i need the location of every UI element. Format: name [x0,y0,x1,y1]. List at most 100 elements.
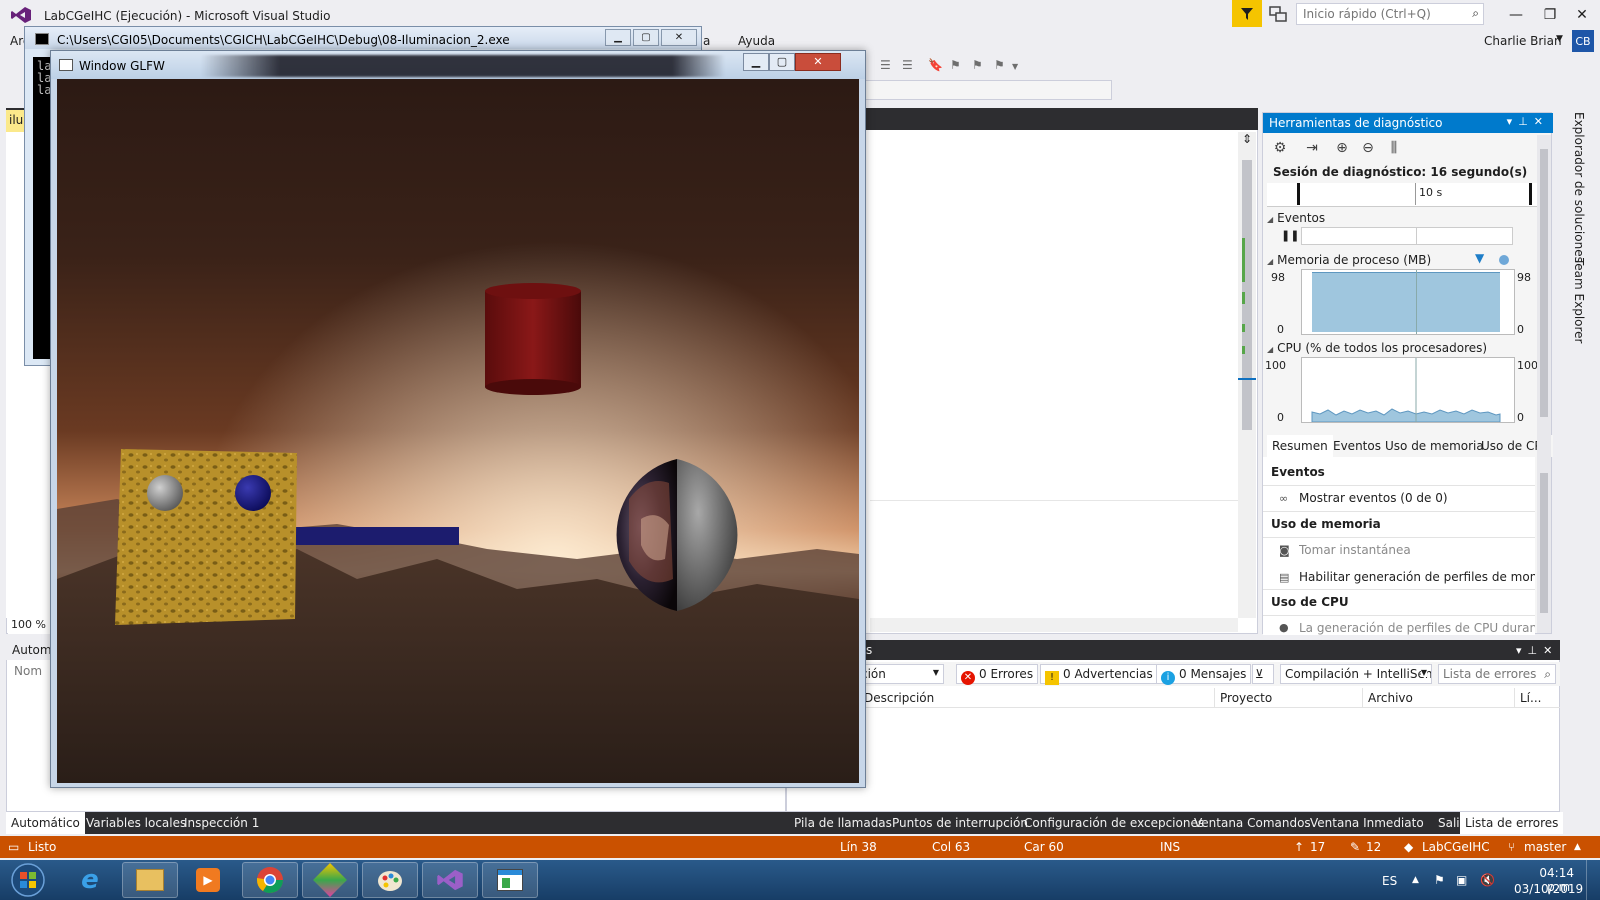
tab-ventana-inmediato[interactable]: Ventana Inmediato [1310,816,1424,830]
navigation-combo[interactable] [860,80,1112,100]
zoom-in-icon[interactable]: ⊕ [1333,140,1351,158]
bookmark-next-icon[interactable]: ⚑ [972,58,986,72]
paint-icon[interactable] [362,862,418,898]
events-section-title[interactable]: ◢ Eventos [1267,211,1325,225]
errors-filter-button[interactable]: ✕ 0 Errores [956,664,1039,685]
start-button-icon[interactable] [6,862,50,898]
clock-date[interactable]: 03/10/2019 [1514,882,1583,896]
quick-launch-input[interactable] [1297,4,1457,24]
volume-muted-icon[interactable]: 🔇 [1480,873,1495,887]
tab-puntos-de-interrupcion[interactable]: Puntos de interrupción [892,816,1028,830]
collapse-icon[interactable]: ◢ [1267,215,1273,224]
show-hidden-icons-icon[interactable]: ▲ [1412,875,1419,885]
file-explorer-icon[interactable] [122,862,178,898]
close-button[interactable]: ✕ [661,29,697,46]
user-name[interactable]: Charlie Brian [1484,34,1562,48]
memory-graph[interactable] [1301,269,1515,335]
internet-explorer-icon[interactable]: e [62,862,118,898]
feedback-icon[interactable] [1268,5,1288,23]
maximize-button[interactable]: ▢ [633,29,659,46]
editor-horizontal-scrollbar[interactable] [870,618,1238,632]
reset-view-icon[interactable]: ⫼ [1385,140,1403,158]
warnings-filter-button[interactable]: ! 0 Advertencias [1040,664,1158,685]
column-header-proyecto[interactable]: Proyecto [1220,691,1272,705]
network-icon[interactable]: ▣ [1456,873,1467,887]
column-header-linea[interactable]: Lí... [1520,691,1541,705]
heap-profiling-link[interactable]: Habilitar generación de perfiles de mont… [1299,570,1535,584]
gear-icon[interactable]: ⚙ [1271,140,1289,158]
minimize-button[interactable]: ▁ [605,29,631,46]
tab-pila-de-llamadas[interactable]: Pila de llamadas [794,816,892,830]
action-center-flag-icon[interactable]: ⚑ [1434,873,1445,887]
chevron-up-icon[interactable]: ▲ [1574,842,1581,852]
session-timeline[interactable]: 10 s [1267,183,1539,207]
opengl-render-canvas[interactable] [57,79,859,783]
zoom-out-icon[interactable]: ⊖ [1359,140,1377,158]
collapse-icon[interactable]: ◢ [1267,257,1273,266]
media-player-icon[interactable]: ▶ [180,862,236,898]
quick-launch[interactable]: ⌕ [1296,3,1484,25]
tab-ventana-comandos[interactable]: Ventana Comandos [1194,816,1311,830]
visual-studio-icon[interactable] [422,862,478,898]
pause-icon[interactable]: ❚❚ [1281,229,1299,242]
memory-section-title[interactable]: ◢ Memoria de proceso (MB) [1267,253,1431,267]
show-events-link[interactable]: Mostrar eventos (0 de 0) [1299,491,1535,505]
timeline-end-handle[interactable] [1529,183,1532,205]
panel-window-controls[interactable]: ▾⊥✕ [1516,644,1558,657]
bookmark-prev-icon[interactable]: ⚑ [950,58,964,72]
tab-inspeccion-1[interactable]: Inspección 1 [184,816,259,830]
pending-changes-count[interactable]: 12 [1366,840,1381,854]
repository-icon[interactable]: ◆ [1404,840,1413,854]
publish-arrow-icon[interactable]: ↑ [1294,840,1304,854]
console-title-bar[interactable]: C:\Users\CGI05\Documents\CGICH\LabCGeIHC… [25,27,701,49]
tab-uso-de-memoria[interactable]: Uso de memoria [1385,439,1484,453]
avatar[interactable]: CB [1572,30,1594,52]
column-header-archivo[interactable]: Archivo [1368,691,1413,705]
panel-window-controls[interactable]: ▾⊥✕ [1507,115,1549,128]
jetbrains-icon[interactable] [302,862,358,898]
tab-eventos[interactable]: Eventos [1333,439,1381,453]
toolbar-overflow-icon[interactable]: ▼ [1012,62,1026,76]
keyboard-language[interactable]: ES [1382,874,1397,888]
glfw-window[interactable]: Window GLFW ▁ ▢ ✕ [50,50,866,788]
show-desktop-button[interactable] [1586,860,1600,900]
tab-automatico[interactable]: Automático [6,812,85,834]
scrollbar-thumb[interactable] [1540,473,1548,613]
column-header-descripcion[interactable]: Descripción [864,691,934,705]
close-button[interactable]: ✕ [795,53,841,71]
tab-resumen[interactable]: Resumen [1267,435,1333,457]
comment-icon[interactable]: ☰ [880,58,894,72]
error-search-input[interactable]: Lista de errores ⌕ [1438,664,1556,684]
zoom-level[interactable]: 100 % [8,618,50,634]
cpu-section-title[interactable]: ◢ CPU (% de todos los procesadores) [1267,341,1487,355]
filter-toggle-icon[interactable]: ⊻ [1252,664,1274,684]
tab-solution-explorer[interactable]: Explorador de soluciones [1572,112,1586,263]
restore-button[interactable]: ❐ [1536,4,1564,26]
maximize-button[interactable]: ▢ [769,53,795,71]
scope-dropdown[interactable]: ción ▼ [856,664,944,684]
uncomment-icon[interactable]: ☰ [902,58,916,72]
minimize-button[interactable]: ▁ [743,53,769,71]
tab-configuracion-de-excepciones[interactable]: Configuración de excepciones [1024,816,1204,830]
take-snapshot-button[interactable]: Tomar instantánea [1299,543,1535,557]
collapse-icon[interactable]: ◢ [1267,345,1273,354]
branch-name[interactable]: master [1524,840,1566,854]
tab-lista-de-errores[interactable]: Lista de errores [1460,812,1564,834]
chevron-down-icon[interactable]: ▼ [1556,34,1563,44]
tab-variables-locales[interactable]: Variables locales [86,816,186,830]
unpushed-commits-count[interactable]: 17 [1310,840,1325,854]
column-header-nombre[interactable]: Nom [14,664,42,678]
glfw-title-bar[interactable]: Window GLFW ▁ ▢ ✕ [51,51,865,79]
minimize-button[interactable]: — [1502,4,1530,26]
bookmark-clear-icon[interactable]: ⚑ [994,58,1008,72]
chrome-icon[interactable] [242,862,298,898]
bookmark-icon[interactable]: 🔖 [928,58,943,72]
export-icon[interactable]: ⇥ [1303,140,1321,158]
timeline-start-handle[interactable] [1297,183,1300,205]
branch-icon[interactable]: ⑂ [1508,840,1515,854]
menu-item-ayuda[interactable]: Ayuda [738,34,775,48]
scrollbar-thumb[interactable] [1540,149,1548,417]
build-filter-dropdown[interactable]: Compilación + IntelliSen ▼ [1280,664,1432,684]
tab-team-explorer[interactable]: Team Explorer [1572,258,1586,344]
repository-name[interactable]: LabCGeIHC [1422,840,1490,854]
